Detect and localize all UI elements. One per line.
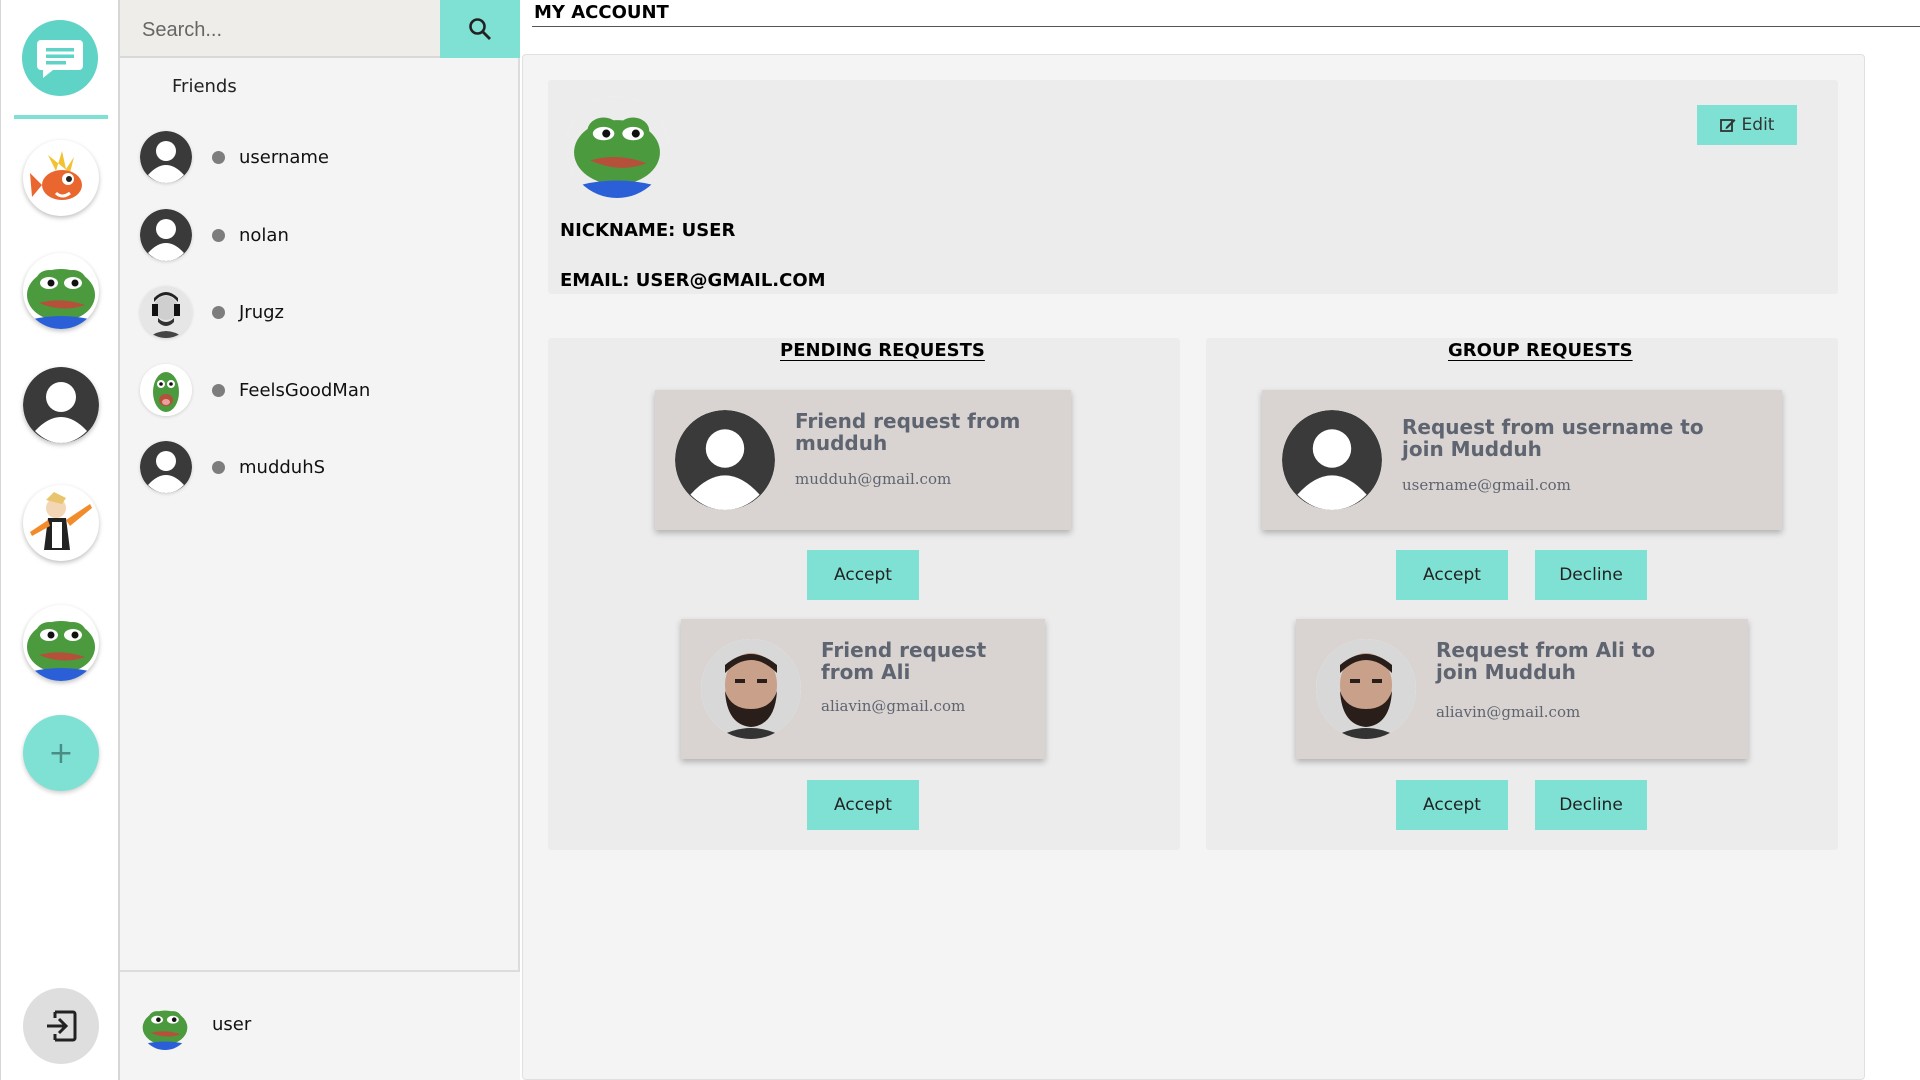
accept-button[interactable]: Accept — [1396, 780, 1508, 830]
request-title: Request from username to join Mudduh — [1402, 415, 1704, 461]
page-title: MY ACCOUNT — [534, 2, 669, 23]
status-dot — [212, 228, 225, 242]
friend-request-card: Friend request from mudduh mudduh@gmail.… — [655, 390, 1071, 530]
request-email: username@gmail.com — [1402, 476, 1571, 494]
photo-avatar — [140, 286, 192, 338]
friend-name: mudduhS — [239, 456, 326, 478]
default-user-icon — [675, 410, 775, 510]
default-user-icon — [140, 131, 192, 183]
request-title: Request from Ali to join Mudduh — [1436, 638, 1656, 684]
accept-button[interactable]: Accept — [807, 780, 919, 830]
decline-button[interactable]: Decline — [1535, 550, 1647, 600]
logout-button[interactable] — [23, 988, 99, 1064]
photo-avatar — [1316, 639, 1416, 739]
request-title: Friend request from mudduh — [795, 409, 1021, 455]
current-user-avatar — [140, 1000, 190, 1050]
plus-icon: + — [48, 735, 74, 771]
request-email: aliavin@gmail.com — [821, 697, 966, 715]
profile-nickname: NICKNAME: USER — [560, 220, 736, 241]
server-avatar-default[interactable] — [23, 367, 99, 443]
pending-requests-heading: PENDING REQUESTS — [780, 340, 985, 361]
profile-email: EMAIL: USER@GMAIL.COM — [560, 270, 826, 291]
server-avatar-frog-2[interactable] — [23, 605, 99, 681]
friend-name: FeelsGoodMan — [239, 379, 371, 401]
decline-button[interactable]: Decline — [1535, 780, 1647, 830]
request-title: Friend request from Ali — [821, 638, 987, 684]
request-email: aliavin@gmail.com — [1436, 703, 1581, 721]
status-dot — [212, 460, 225, 474]
server-avatar-dab[interactable] — [23, 485, 99, 561]
group-request-card: Request from Ali to join Mudduh aliavin@… — [1296, 619, 1748, 759]
add-server-button[interactable]: + — [23, 715, 99, 791]
profile-card — [548, 80, 1838, 294]
server-avatar-fish[interactable] — [23, 140, 99, 216]
default-user-icon — [140, 209, 192, 261]
friend-item[interactable]: Jrugz — [140, 282, 510, 342]
default-user-icon — [140, 441, 192, 493]
current-user-bar[interactable]: user — [120, 970, 520, 1080]
search-box — [120, 0, 440, 58]
status-dot — [212, 305, 225, 319]
photo-avatar — [701, 639, 801, 739]
edit-label: Edit — [1741, 115, 1775, 135]
friend-request-card: Friend request from Ali aliavin@gmail.co… — [681, 619, 1045, 759]
chat-bubble-icon[interactable] — [22, 20, 98, 96]
search-button[interactable] — [440, 0, 520, 58]
frog-avatar — [140, 364, 192, 416]
friend-name: username — [239, 146, 329, 168]
friend-item[interactable]: nolan — [140, 205, 510, 265]
logout-icon — [47, 1010, 77, 1042]
edit-profile-button[interactable]: Edit — [1697, 105, 1797, 145]
accept-button[interactable]: Accept — [1396, 550, 1508, 600]
status-dot — [212, 150, 225, 164]
friend-item[interactable]: FeelsGoodMan — [140, 360, 510, 420]
request-email: mudduh@gmail.com — [795, 470, 952, 488]
profile-avatar — [566, 96, 668, 198]
friend-item[interactable]: username — [140, 127, 510, 187]
title-divider — [532, 26, 1920, 27]
friends-column: Friends username nolan Jrugz FeelsGoodMa… — [120, 0, 520, 1080]
active-indicator — [14, 115, 108, 119]
current-user-name: user — [212, 1014, 252, 1035]
default-user-icon — [1282, 410, 1382, 510]
server-rail: + — [0, 0, 120, 1080]
server-avatar-frog[interactable] — [23, 253, 99, 329]
group-requests-heading: GROUP REQUESTS — [1448, 340, 1633, 361]
friend-name: nolan — [239, 224, 289, 246]
friend-item[interactable]: mudduhS — [140, 437, 510, 497]
search-icon — [469, 18, 491, 40]
friends-heading: Friends — [172, 76, 237, 97]
search-input[interactable] — [142, 16, 432, 44]
group-request-card: Request from username to join Mudduh use… — [1262, 390, 1782, 530]
friend-name: Jrugz — [239, 301, 284, 323]
edit-icon — [1719, 119, 1736, 132]
status-dot — [212, 383, 225, 397]
accept-button[interactable]: Accept — [807, 550, 919, 600]
